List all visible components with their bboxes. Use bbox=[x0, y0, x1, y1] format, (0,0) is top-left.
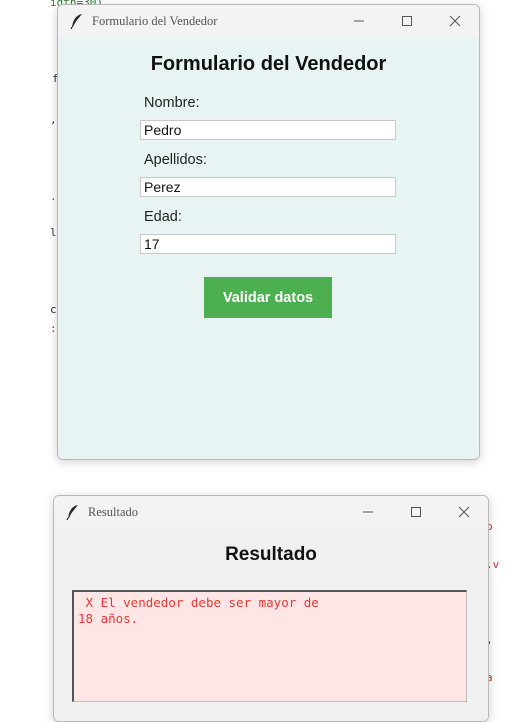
result-body: Resultado X El vendedor debe ser mayor d… bbox=[54, 528, 488, 721]
code-fragment: c bbox=[50, 303, 57, 316]
vendor-form-window: Formulario del Vendedor Formulario del V… bbox=[57, 4, 480, 460]
close-button[interactable] bbox=[431, 5, 479, 37]
maximize-button[interactable] bbox=[383, 5, 431, 37]
close-icon bbox=[449, 15, 461, 27]
window-title: Resultado bbox=[88, 504, 138, 519]
form-heading: Formulario del Vendedor bbox=[150, 53, 387, 75]
result-heading: Resultado bbox=[225, 544, 317, 565]
validate-button[interactable]: Validar datos bbox=[204, 277, 332, 318]
apellidos-label: Apellidos: bbox=[144, 152, 207, 168]
nombre-input[interactable]: Pedro bbox=[140, 120, 396, 140]
maximize-button[interactable] bbox=[392, 496, 440, 528]
minimize-icon bbox=[354, 20, 364, 22]
code-fragment: , bbox=[50, 113, 57, 126]
titlebar[interactable]: Resultado bbox=[54, 496, 488, 528]
form-body: Formulario del Vendedor Nombre: Pedro Ap… bbox=[58, 37, 479, 459]
minimize-icon bbox=[363, 511, 373, 513]
minimize-button[interactable] bbox=[335, 5, 383, 37]
close-button[interactable] bbox=[440, 496, 488, 528]
feather-icon bbox=[70, 14, 82, 30]
maximize-icon bbox=[402, 16, 412, 26]
edad-label: Edad: bbox=[144, 209, 182, 225]
nombre-label: Nombre: bbox=[144, 95, 200, 111]
result-window: Resultado Resultado X El vendedor debe s… bbox=[53, 495, 489, 722]
window-title: Formulario del Vendedor bbox=[92, 13, 218, 28]
apellidos-input[interactable]: Perez bbox=[140, 177, 396, 197]
minimize-button[interactable] bbox=[344, 496, 392, 528]
close-icon bbox=[458, 506, 470, 518]
edad-input[interactable]: 17 bbox=[140, 234, 396, 254]
titlebar[interactable]: Formulario del Vendedor bbox=[58, 5, 479, 37]
result-message[interactable]: X El vendedor debe ser mayor de 18 años. bbox=[72, 590, 467, 702]
maximize-icon bbox=[411, 507, 421, 517]
feather-icon bbox=[66, 505, 78, 521]
